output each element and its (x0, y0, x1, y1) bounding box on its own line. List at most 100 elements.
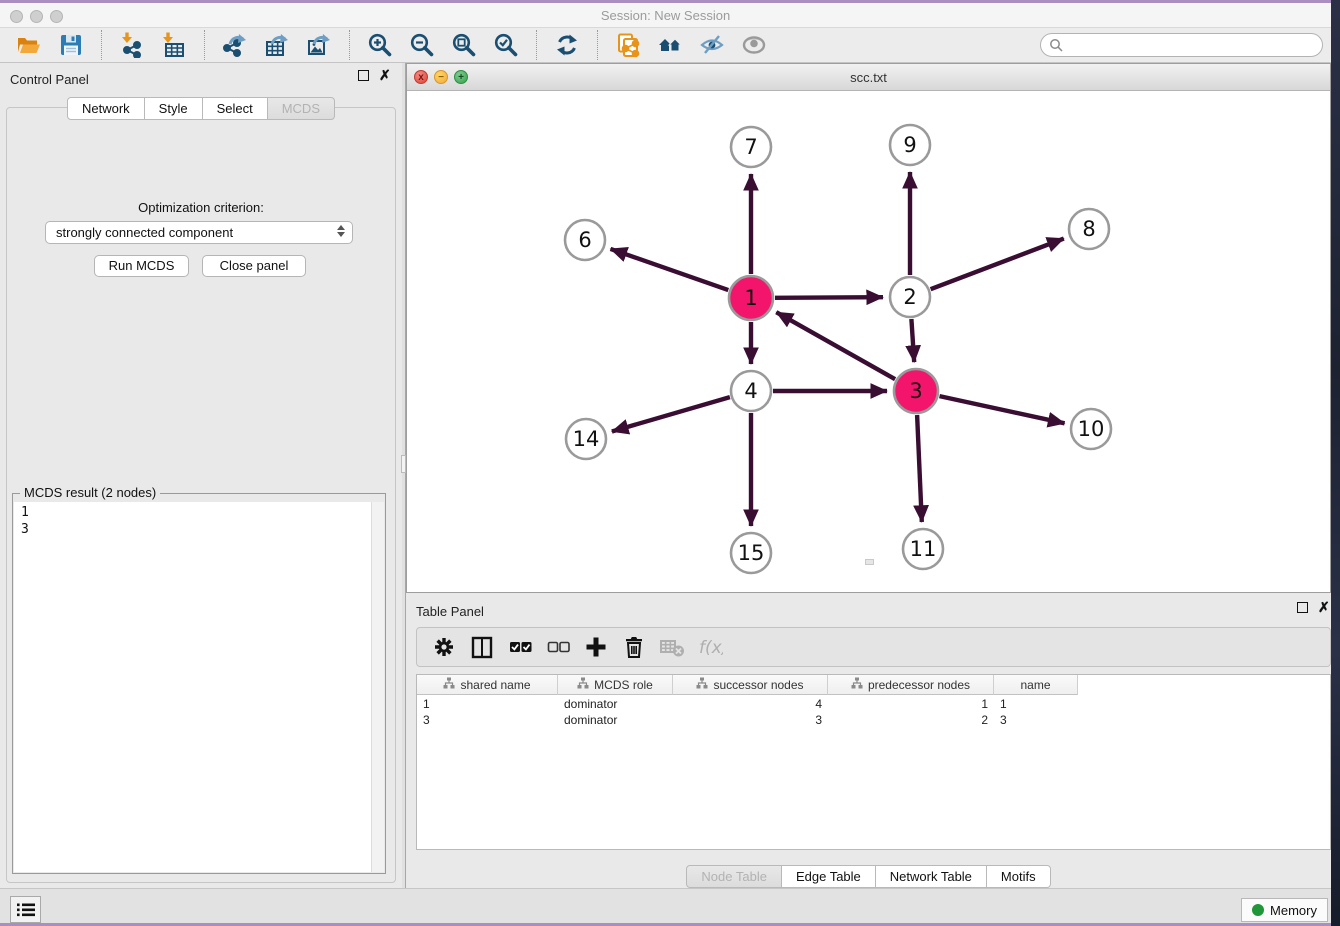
new-network-from-selection-icon[interactable] (614, 31, 642, 59)
desktop-background-strip (1331, 0, 1340, 926)
close-panel-icon[interactable]: ✗ (379, 70, 391, 81)
edge-2-8[interactable] (931, 239, 1064, 290)
memory-status-icon (1252, 904, 1264, 916)
mcds-result-title: MCDS result (2 nodes) (20, 485, 160, 500)
hide-selected-icon[interactable] (698, 31, 726, 59)
cell-predecessor-nodes[interactable]: 2 (828, 712, 994, 728)
toolbar-separator (101, 30, 102, 60)
cell-MCDS-role[interactable]: dominator (558, 712, 673, 728)
table-toolbar: f(x) (416, 627, 1331, 667)
show-all-icon[interactable] (740, 31, 768, 59)
list-icon (16, 902, 36, 918)
network-window-titlebar[interactable]: x − + scc.txt (407, 64, 1330, 91)
window-accent-border (0, 0, 1331, 3)
export-network-icon[interactable] (221, 31, 249, 59)
canvas-splitter-handle[interactable] (865, 559, 874, 565)
tree-icon (577, 677, 589, 692)
node-15-label: 15 (738, 541, 765, 565)
tab-network-table[interactable]: Network Table (876, 865, 987, 888)
column-header-name[interactable]: name (994, 675, 1078, 695)
mcds-result-scrollbar[interactable] (371, 502, 384, 872)
table-row[interactable]: 3dominator323 (417, 712, 1078, 728)
show-graphics-details-icon[interactable] (656, 31, 684, 59)
toolbar-separator (536, 30, 537, 60)
edge-1-2[interactable] (775, 297, 883, 298)
cell-predecessor-nodes[interactable]: 1 (828, 696, 994, 712)
tab-edge-table[interactable]: Edge Table (782, 865, 876, 888)
float-table-panel-icon[interactable] (1297, 602, 1308, 613)
column-header-MCDS-role[interactable]: MCDS role (558, 675, 673, 695)
tab-select[interactable]: Select (203, 97, 268, 120)
select-all-columns-icon[interactable] (505, 632, 535, 662)
status-bar: Memory (0, 888, 1331, 923)
node-4-label: 4 (744, 379, 757, 403)
mcds-result-text[interactable]: 1 3 (14, 502, 372, 872)
import-table-icon[interactable] (160, 31, 188, 59)
run-mcds-button[interactable]: Run MCDS (94, 255, 189, 277)
network-window-title: scc.txt (407, 70, 1330, 85)
edge-2-3[interactable] (911, 319, 914, 362)
float-panel-icon[interactable] (358, 70, 369, 81)
node-2-label: 2 (903, 285, 916, 309)
optimization-criterion-value: strongly connected component (56, 225, 233, 240)
save-session-icon[interactable] (57, 31, 85, 59)
table-options-gear-icon[interactable] (429, 632, 459, 662)
zoom-selected-icon[interactable] (492, 31, 520, 59)
export-table-icon[interactable] (263, 31, 291, 59)
edge-3-10[interactable] (940, 396, 1065, 423)
function-builder-icon: f(x) (695, 632, 725, 662)
task-history-button[interactable] (10, 896, 41, 923)
tab-node-table[interactable]: Node Table (686, 865, 782, 888)
open-session-icon[interactable] (15, 31, 43, 59)
cell-successor-nodes[interactable]: 3 (673, 712, 828, 728)
table-row[interactable]: 1dominator411 (417, 696, 1078, 712)
edge-3-11[interactable] (917, 415, 922, 522)
import-network-icon[interactable] (118, 31, 146, 59)
cell-name[interactable]: 3 (994, 712, 1078, 728)
close-table-panel-icon[interactable]: ✗ (1318, 602, 1330, 613)
svg-text:f(x): f(x) (699, 638, 723, 658)
column-header-shared-name[interactable]: shared name (417, 675, 558, 695)
window-title: Session: New Session (0, 8, 1331, 23)
apply-layout-icon[interactable] (553, 31, 581, 59)
cell-shared-name[interactable]: 1 (417, 696, 558, 712)
tab-motifs[interactable]: Motifs (987, 865, 1051, 888)
node-8-label: 8 (1082, 217, 1095, 241)
cell-name[interactable]: 1 (994, 696, 1078, 712)
create-column-icon[interactable] (581, 632, 611, 662)
table-panel-tabs: Node TableEdge TableNetwork TableMotifs (406, 865, 1331, 888)
show-columns-icon[interactable] (467, 632, 497, 662)
tab-mcds[interactable]: MCDS (268, 97, 335, 120)
tree-icon (443, 677, 455, 692)
close-panel-button[interactable]: Close panel (202, 255, 306, 277)
optimization-criterion-label: Optimization criterion: (0, 200, 402, 215)
unselect-all-columns-icon[interactable] (543, 632, 573, 662)
column-header-successor-nodes[interactable]: successor nodes (673, 675, 828, 695)
select-stepper-icon (337, 225, 345, 237)
mcds-result-group: MCDS result (2 nodes) 1 3 (12, 493, 386, 874)
export-image-icon[interactable] (305, 31, 333, 59)
search-field[interactable] (1040, 33, 1323, 57)
node-9-label: 9 (903, 133, 916, 157)
tab-style[interactable]: Style (145, 97, 203, 120)
delete-columns-icon[interactable] (619, 632, 649, 662)
zoom-fit-icon[interactable] (450, 31, 478, 59)
tab-network[interactable]: Network (67, 97, 145, 120)
optimization-criterion-select[interactable]: strongly connected component (45, 221, 353, 244)
cell-successor-nodes[interactable]: 4 (673, 696, 828, 712)
zoom-in-icon[interactable] (366, 31, 394, 59)
zoom-out-icon[interactable] (408, 31, 436, 59)
column-header-predecessor-nodes[interactable]: predecessor nodes (828, 675, 994, 695)
cell-shared-name[interactable]: 3 (417, 712, 558, 728)
toolbar-separator (597, 30, 598, 60)
network-canvas[interactable]: 7968124314101511 (407, 91, 1330, 592)
search-icon (1049, 38, 1064, 53)
cell-MCDS-role[interactable]: dominator (558, 696, 673, 712)
memory-button[interactable]: Memory (1241, 898, 1328, 922)
application-window: Session: New Session Control Panel ✗ Net… (0, 0, 1340, 926)
edge-4-14[interactable] (612, 397, 730, 431)
network-view-window: x − + scc.txt 7968124314101511 (406, 63, 1331, 593)
titlebar: Session: New Session (0, 3, 1331, 28)
edge-1-6[interactable] (611, 249, 729, 290)
edge-3-1[interactable] (776, 312, 895, 379)
